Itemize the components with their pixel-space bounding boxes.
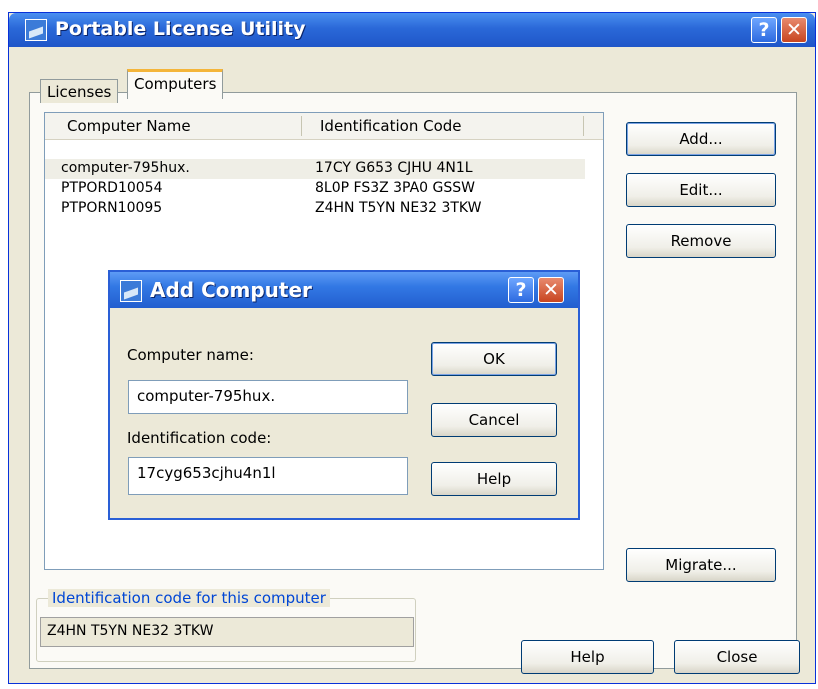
table-row[interactable]: PTPORN10095 Z4HN T5YN NE32 3TKW — [45, 199, 585, 219]
table-row[interactable]: PTPORD10054 8L0P FS3Z 3PA0 GSSW — [45, 179, 585, 199]
close-button[interactable]: Close — [674, 640, 800, 674]
dialog-help-icon[interactable]: ? — [508, 277, 534, 303]
window-title: Portable License Utility — [55, 18, 306, 40]
computer-name-input[interactable]: computer-795hux. — [128, 380, 408, 414]
remove-button[interactable]: Remove — [626, 224, 776, 258]
list-header: Computer Name Identification Code — [45, 113, 603, 140]
column-separator[interactable] — [583, 116, 584, 136]
dialog-help-button[interactable]: Help — [431, 462, 557, 496]
row-identification-code: 17CY G653 CJHU 4N1L — [315, 160, 473, 176]
row-identification-code: Z4HN T5YN NE32 3TKW — [315, 200, 482, 216]
add-button[interactable]: Add... — [626, 122, 776, 156]
ok-button[interactable]: OK — [431, 342, 557, 376]
table-row[interactable]: computer-795hux. 17CY G653 CJHU 4N1L — [45, 159, 585, 179]
dialog-close-icon[interactable]: ✕ — [538, 277, 564, 303]
column-header-identification-code[interactable]: Identification Code — [320, 117, 462, 135]
id-code-group-label: Identification code for this computer — [48, 589, 330, 607]
tab-computers[interactable]: Computers — [127, 69, 224, 99]
help-icon[interactable]: ? — [751, 17, 777, 43]
row-identification-code: 8L0P FS3Z 3PA0 GSSW — [315, 180, 476, 196]
tab-licenses[interactable]: Licenses — [40, 79, 119, 103]
edit-button[interactable]: Edit... — [626, 173, 776, 207]
migrate-button[interactable]: Migrate... — [626, 548, 776, 582]
app-icon — [25, 19, 47, 41]
help-button[interactable]: Help — [521, 640, 654, 674]
this-computer-id-field[interactable]: Z4HN T5YN NE32 3TKW — [40, 617, 414, 647]
column-separator[interactable] — [301, 116, 302, 136]
dialog-app-icon — [120, 280, 142, 302]
id-code-input[interactable]: 17cyg653cjhu4n1l — [128, 457, 408, 495]
id-code-label: Identification code: — [127, 429, 272, 447]
column-header-computer-name[interactable]: Computer Name — [67, 117, 191, 135]
add-computer-dialog: Add Computer ? ✕ Computer name: computer… — [108, 270, 580, 520]
cancel-button[interactable]: Cancel — [431, 403, 557, 437]
row-computer-name: computer-795hux. — [61, 160, 190, 176]
dialog-titlebar[interactable]: Add Computer ? ✕ — [110, 272, 578, 308]
row-computer-name: PTPORD10054 — [61, 180, 163, 196]
main-titlebar[interactable]: Portable License Utility ? ✕ — [9, 13, 815, 47]
close-icon[interactable]: ✕ — [781, 17, 807, 43]
dialog-title: Add Computer — [150, 278, 312, 302]
row-computer-name: PTPORN10095 — [61, 200, 163, 216]
computer-name-label: Computer name: — [127, 346, 254, 364]
